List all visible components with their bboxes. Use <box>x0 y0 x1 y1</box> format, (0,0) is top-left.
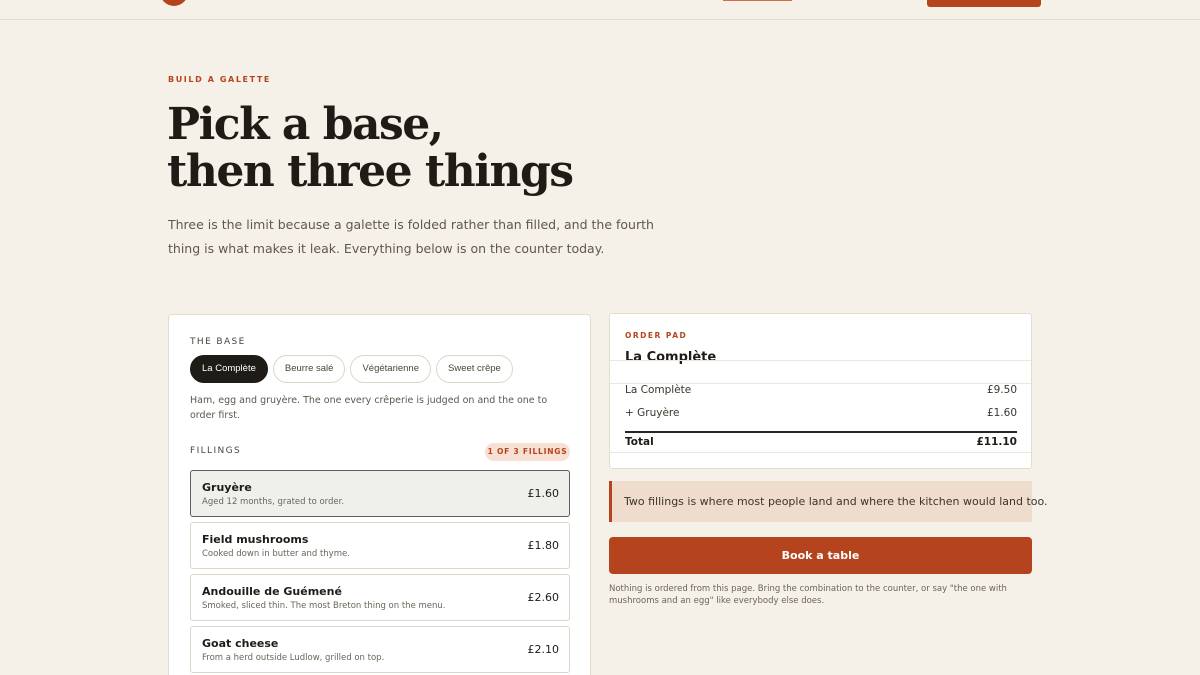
page-title-line-2: then three things <box>167 146 574 197</box>
filling-price: £1.60 <box>527 487 560 500</box>
kitchen-note: Two fillings is where most people land a… <box>609 481 1048 522</box>
order-line-base: La Complète £9.50 <box>625 384 1017 396</box>
base-chip-sweet-crepe[interactable]: Sweet crêpe <box>436 355 513 383</box>
filling-option-goat-cheese[interactable]: Goat cheese From a herd outside Ludlow, … <box>190 626 570 673</box>
order-line-filling: + Gruyère £1.60 <box>625 407 1017 419</box>
logo-icon[interactable] <box>160 0 188 6</box>
order-line-label: La Complète <box>625 384 692 396</box>
order-total-row: Total £11.10 <box>625 436 1017 448</box>
divider <box>610 452 1031 453</box>
filling-description: Smoked, sliced thin. The most Breton thi… <box>202 601 446 611</box>
filling-price: £1.80 <box>527 539 560 552</box>
filling-description: Aged 12 months, grated to order. <box>202 497 345 507</box>
fillings-count-badge: 1 OF 3 FILLINGS <box>485 443 570 461</box>
base-description: Ham, egg and gruyère. The one every crêp… <box>190 395 548 421</box>
order-line-label: + Gruyère <box>625 407 680 419</box>
filling-name: Goat cheese <box>202 637 279 650</box>
header-cta-button[interactable] <box>927 0 1041 7</box>
nav-active-indicator <box>723 0 792 1</box>
fineprint: Nothing is ordered from this page. Bring… <box>609 584 1007 606</box>
filling-option-andouille[interactable]: Andouille de Guémené Smoked, sliced thin… <box>190 574 570 621</box>
base-section-label: THE BASE <box>190 337 246 347</box>
order-line-amount: £9.50 <box>986 384 1017 396</box>
book-table-button[interactable]: Book a table <box>609 537 1032 574</box>
filling-price: £2.60 <box>527 591 560 604</box>
page-title: Pick a base, then three things <box>167 101 767 195</box>
base-chip-beurre-sale[interactable]: Beurre salé <box>272 355 346 383</box>
hero-lede: Three is the limit because a galette is … <box>168 217 654 256</box>
filling-price: £2.10 <box>527 643 560 656</box>
page-title-line-1: Pick a base, <box>167 99 444 150</box>
fillings-section-label: FILLINGS <box>190 446 242 456</box>
top-bar <box>0 0 1200 20</box>
filling-name: Gruyère <box>202 481 252 494</box>
order-total-label: Total <box>625 436 654 448</box>
filling-option-gruyere[interactable]: Gruyère Aged 12 months, grated to order.… <box>190 470 570 517</box>
filling-description: Cooked down in butter and thyme. <box>202 549 350 559</box>
base-chip-la-complete[interactable]: La Complète <box>190 355 268 383</box>
divider <box>610 360 1031 361</box>
hero-eyebrow: BUILD A GALETTE <box>168 75 271 84</box>
base-chip-group: La Complète Beurre salé Végétarienne Swe… <box>190 355 513 383</box>
filling-option-field-mushrooms[interactable]: Field mushrooms Cooked down in butter an… <box>190 522 570 569</box>
filling-name: Andouille de Guémené <box>202 585 342 598</box>
fillings-list: Gruyère Aged 12 months, grated to order.… <box>190 470 570 675</box>
order-line-amount: £1.60 <box>986 407 1017 419</box>
order-pad-eyebrow: ORDER PAD <box>625 331 688 340</box>
order-pad: ORDER PAD La Complète La Complète £9.50 … <box>609 313 1032 469</box>
filling-name: Field mushrooms <box>202 533 309 546</box>
order-pad-title: La Complète <box>625 350 717 365</box>
order-total-amount: £11.10 <box>976 436 1017 448</box>
galette-builder-card: THE BASE La Complète Beurre salé Végétar… <box>168 314 591 675</box>
base-chip-vegetarienne[interactable]: Végétarienne <box>350 355 431 383</box>
total-divider <box>625 431 1017 433</box>
filling-description: From a herd outside Ludlow, grilled on t… <box>202 653 385 663</box>
